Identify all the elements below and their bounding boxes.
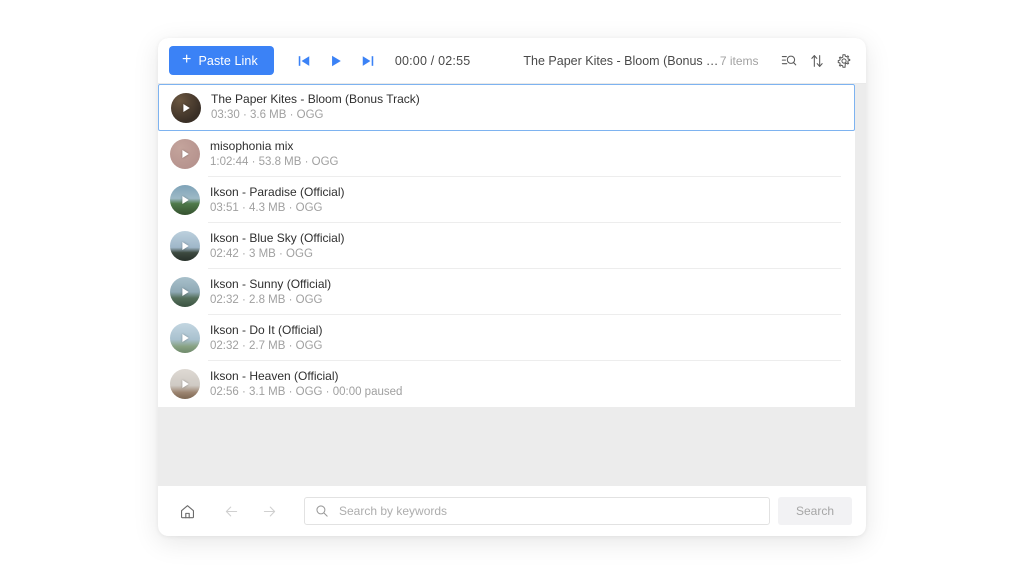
track-subtitle: 03:51 · 4.3 MB · OGG [210, 201, 323, 214]
now-playing-title: The Paper Kites - Bloom (Bonus Track) [523, 53, 720, 68]
arrow-right-icon[interactable] [254, 496, 284, 526]
track-title: Ikson - Sunny (Official) [210, 277, 332, 291]
play-icon [170, 185, 200, 215]
table-row[interactable]: Ikson - Blue Sky (Official) 02:42 · 3 MB… [158, 223, 855, 269]
track-thumbnail [170, 185, 200, 215]
track-thumbnail [170, 323, 200, 353]
plus-icon: + [182, 51, 192, 68]
play-icon [170, 323, 200, 353]
track-thumbnail [170, 139, 200, 169]
paste-link-label: Paste Link [198, 53, 258, 68]
sort-arrows-icon[interactable] [805, 48, 828, 74]
track-thumbnail [170, 277, 200, 307]
track-subtitle: 03:30 · 3.6 MB · OGG [211, 109, 324, 121]
track-title: Ikson - Blue Sky (Official) [210, 231, 345, 245]
item-count-label: 7 items [719, 53, 759, 68]
table-row[interactable]: Ikson - Heaven (Official) 02:56 · 3.1 MB… [158, 361, 855, 407]
playback-time: 00:00 / 02:55 [394, 53, 471, 68]
play-icon [171, 93, 201, 123]
track-info: Ikson - Blue Sky (Official) 02:42 · 3 MB… [210, 232, 344, 261]
table-row[interactable]: Ikson - Do It (Official) 02:32 · 2.7 MB … [158, 315, 855, 361]
skip-previous-icon[interactable] [292, 49, 316, 73]
play-icon[interactable] [324, 49, 348, 73]
bottom-bar: Search [158, 486, 866, 536]
track-info: Ikson - Heaven (Official) 02:56 · 3.1 MB… [210, 370, 402, 399]
search-icon [316, 505, 328, 517]
track-thumbnail [170, 369, 200, 399]
play-icon [170, 277, 200, 307]
search-input[interactable] [337, 503, 759, 519]
play-icon [170, 139, 200, 169]
track-subtitle: 02:56 · 3.1 MB · OGG · 00:00 paused [210, 385, 403, 398]
search-field-wrapper[interactable] [304, 497, 770, 525]
gear-icon[interactable] [833, 48, 856, 74]
skip-next-icon[interactable] [356, 49, 380, 73]
app-window: + Paste Link 00:00 / 02:55 The Paper Kit… [158, 38, 866, 536]
track-list: The Paper Kites - Bloom (Bonus Track) 03… [158, 84, 855, 407]
play-icon [170, 231, 200, 261]
track-title: Ikson - Paradise (Official) [210, 185, 345, 199]
table-row[interactable]: The Paper Kites - Bloom (Bonus Track) 03… [158, 84, 855, 131]
track-title: Ikson - Do It (Official) [210, 323, 323, 337]
track-subtitle: 1:02:44 · 53.8 MB · OGG [210, 155, 339, 168]
track-info: Ikson - Paradise (Official) 03:51 · 4.3 … [210, 186, 345, 215]
search-button[interactable]: Search [778, 497, 852, 525]
arrow-left-icon[interactable] [216, 496, 246, 526]
table-row[interactable]: Ikson - Paradise (Official) 03:51 · 4.3 … [158, 177, 855, 223]
track-info: misophonia mix 1:02:44 · 53.8 MB · OGG [210, 140, 338, 169]
transport-controls [292, 49, 380, 73]
track-thumbnail [170, 231, 200, 261]
track-title: Ikson - Heaven (Official) [210, 369, 339, 383]
toolbar: + Paste Link 00:00 / 02:55 The Paper Kit… [158, 38, 866, 84]
content-area: The Paper Kites - Bloom (Bonus Track) 03… [158, 84, 866, 486]
track-subtitle: 02:32 · 2.7 MB · OGG [210, 339, 323, 352]
track-title: The Paper Kites - Bloom (Bonus Track) [211, 93, 420, 106]
track-thumbnail [171, 92, 201, 123]
track-subtitle: 02:32 · 2.8 MB · OGG [210, 293, 323, 306]
table-row[interactable]: misophonia mix 1:02:44 · 53.8 MB · OGG [158, 131, 855, 177]
paste-link-button[interactable]: + Paste Link [169, 46, 274, 75]
track-info: Ikson - Sunny (Official) 02:32 · 2.8 MB … [210, 278, 331, 307]
track-title: misophonia mix [210, 139, 294, 153]
track-info: Ikson - Do It (Official) 02:32 · 2.7 MB … [210, 324, 322, 353]
track-subtitle: 02:42 · 3 MB · OGG [210, 247, 313, 260]
track-info: The Paper Kites - Bloom (Bonus Track) 03… [211, 93, 420, 122]
play-icon [170, 369, 200, 399]
home-icon[interactable] [172, 496, 202, 526]
table-row[interactable]: Ikson - Sunny (Official) 02:32 · 2.8 MB … [158, 269, 855, 315]
list-search-icon[interactable] [778, 48, 801, 74]
